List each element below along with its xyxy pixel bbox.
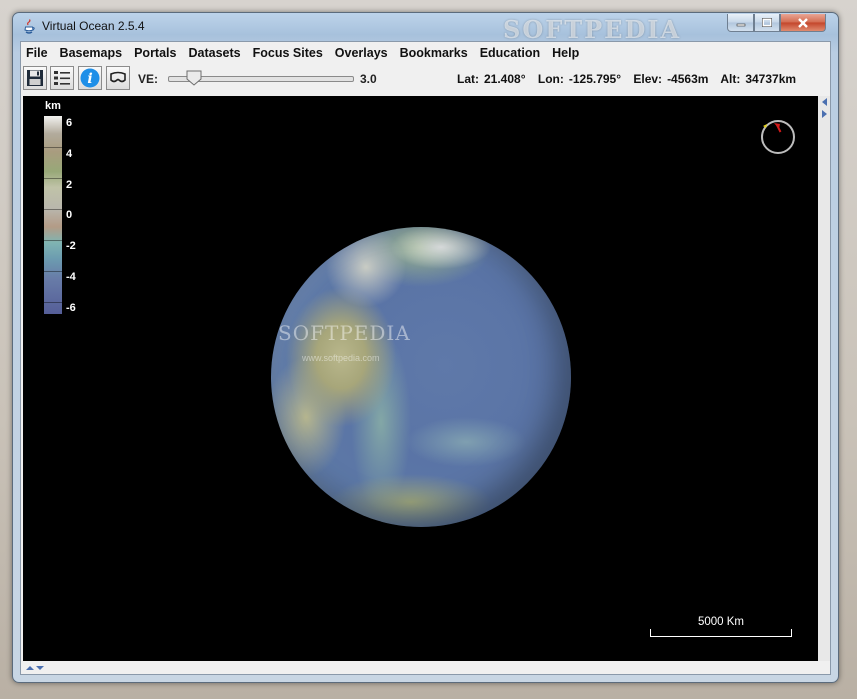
- save-button[interactable]: [23, 66, 47, 90]
- key-label: -6: [66, 302, 76, 314]
- status-bar: [23, 662, 818, 674]
- list-icon: [54, 71, 70, 85]
- glasses-icon: [110, 71, 126, 83]
- minimize-button[interactable]: [727, 14, 754, 32]
- menu-help[interactable]: Help: [546, 42, 585, 64]
- lat-label: Lat:: [457, 72, 479, 86]
- collapse-arrows-icon: [822, 98, 827, 118]
- save-icon: [27, 70, 43, 86]
- menu-focus-sites[interactable]: Focus Sites: [247, 42, 329, 64]
- key-tick: [42, 147, 67, 148]
- key-tick: [42, 302, 67, 303]
- globe-watermark: SOFTPEDIA: [278, 321, 411, 345]
- close-button[interactable]: [780, 14, 826, 32]
- elev-value: -4563m: [667, 72, 709, 86]
- key-label: 6: [66, 117, 73, 129]
- menu-file[interactable]: File: [21, 42, 54, 64]
- menu-overlays[interactable]: Overlays: [329, 42, 394, 64]
- menu-datasets[interactable]: Datasets: [182, 42, 246, 64]
- menu-basemaps[interactable]: Basemaps: [54, 42, 129, 64]
- info-button[interactable]: i: [78, 66, 102, 90]
- compass-icon[interactable]: [758, 116, 798, 156]
- layers-list-button[interactable]: [50, 66, 74, 90]
- svg-text:i: i: [87, 71, 92, 87]
- title-bar[interactable]: Virtual Ocean 2.5.4 SOFTPEDIA: [13, 13, 838, 44]
- stereo-glasses-button[interactable]: [106, 66, 130, 90]
- key-tick: [42, 209, 67, 210]
- toolbar: i VE: 3.0 Lat: 21.408° Lon: -125.795° Elev…: [21, 64, 830, 94]
- menu-portals[interactable]: Portals: [128, 42, 182, 64]
- split-arrows-icon[interactable]: [23, 663, 47, 673]
- lat-value: 21.408°: [484, 72, 526, 86]
- window-title: Virtual Ocean 2.5.4: [42, 19, 145, 33]
- key-label: 0: [66, 209, 73, 221]
- key-label: 2: [66, 179, 73, 191]
- key-label: -4: [66, 271, 76, 283]
- ve-slider-thumb[interactable]: [185, 69, 203, 87]
- close-icon: [798, 17, 808, 28]
- key-label: 4: [66, 148, 73, 160]
- menu-bookmarks[interactable]: Bookmarks: [394, 42, 474, 64]
- globe-view[interactable]: km 6 4 2 0 -2 -4 -6 SOFTPEDIA www.softpe…: [23, 96, 818, 661]
- java-app-icon: [24, 19, 35, 34]
- lon-value: -125.795°: [568, 72, 622, 86]
- key-tick: [42, 240, 67, 241]
- menu-education[interactable]: Education: [474, 42, 546, 64]
- menu-bar: File Basemaps Portals Datasets Focus Sit…: [21, 42, 830, 64]
- scale-bar-line: [650, 629, 792, 637]
- key-label: -2: [66, 240, 76, 252]
- client-area: File Basemaps Portals Datasets Focus Sit…: [20, 41, 831, 675]
- maximize-icon: [762, 17, 772, 27]
- ve-value: 3.0: [360, 72, 377, 86]
- maximize-button[interactable]: [754, 14, 780, 32]
- earth-globe[interactable]: [271, 227, 571, 527]
- key-unit: km: [45, 100, 61, 112]
- app-window: Virtual Ocean 2.5.4 SOFTPEDIA File Basem…: [12, 12, 839, 683]
- minimize-icon: [736, 23, 745, 26]
- alt-value: 34737km: [745, 72, 797, 86]
- globe-watermark-url: www.softpedia.com: [302, 353, 380, 363]
- softpedia-watermark: SOFTPEDIA: [503, 15, 682, 44]
- ve-label: VE:: [138, 72, 159, 86]
- side-panel-collapser[interactable]: [818, 96, 830, 661]
- lon-label: Lon:: [537, 72, 564, 86]
- elev-label: Elev:: [633, 72, 663, 86]
- alt-label: Alt:: [720, 72, 741, 86]
- scale-bar-label: 5000 Km: [697, 616, 745, 628]
- coordinate-readout: Lat: 21.408° Lon: -125.795° Elev: -4563m Al…: [457, 72, 805, 86]
- scale-bar: 5000 Km: [650, 616, 792, 640]
- elevation-color-bar: [42, 116, 67, 314]
- key-tick: [42, 178, 67, 179]
- info-icon: i: [80, 68, 100, 88]
- key-tick: [42, 271, 67, 272]
